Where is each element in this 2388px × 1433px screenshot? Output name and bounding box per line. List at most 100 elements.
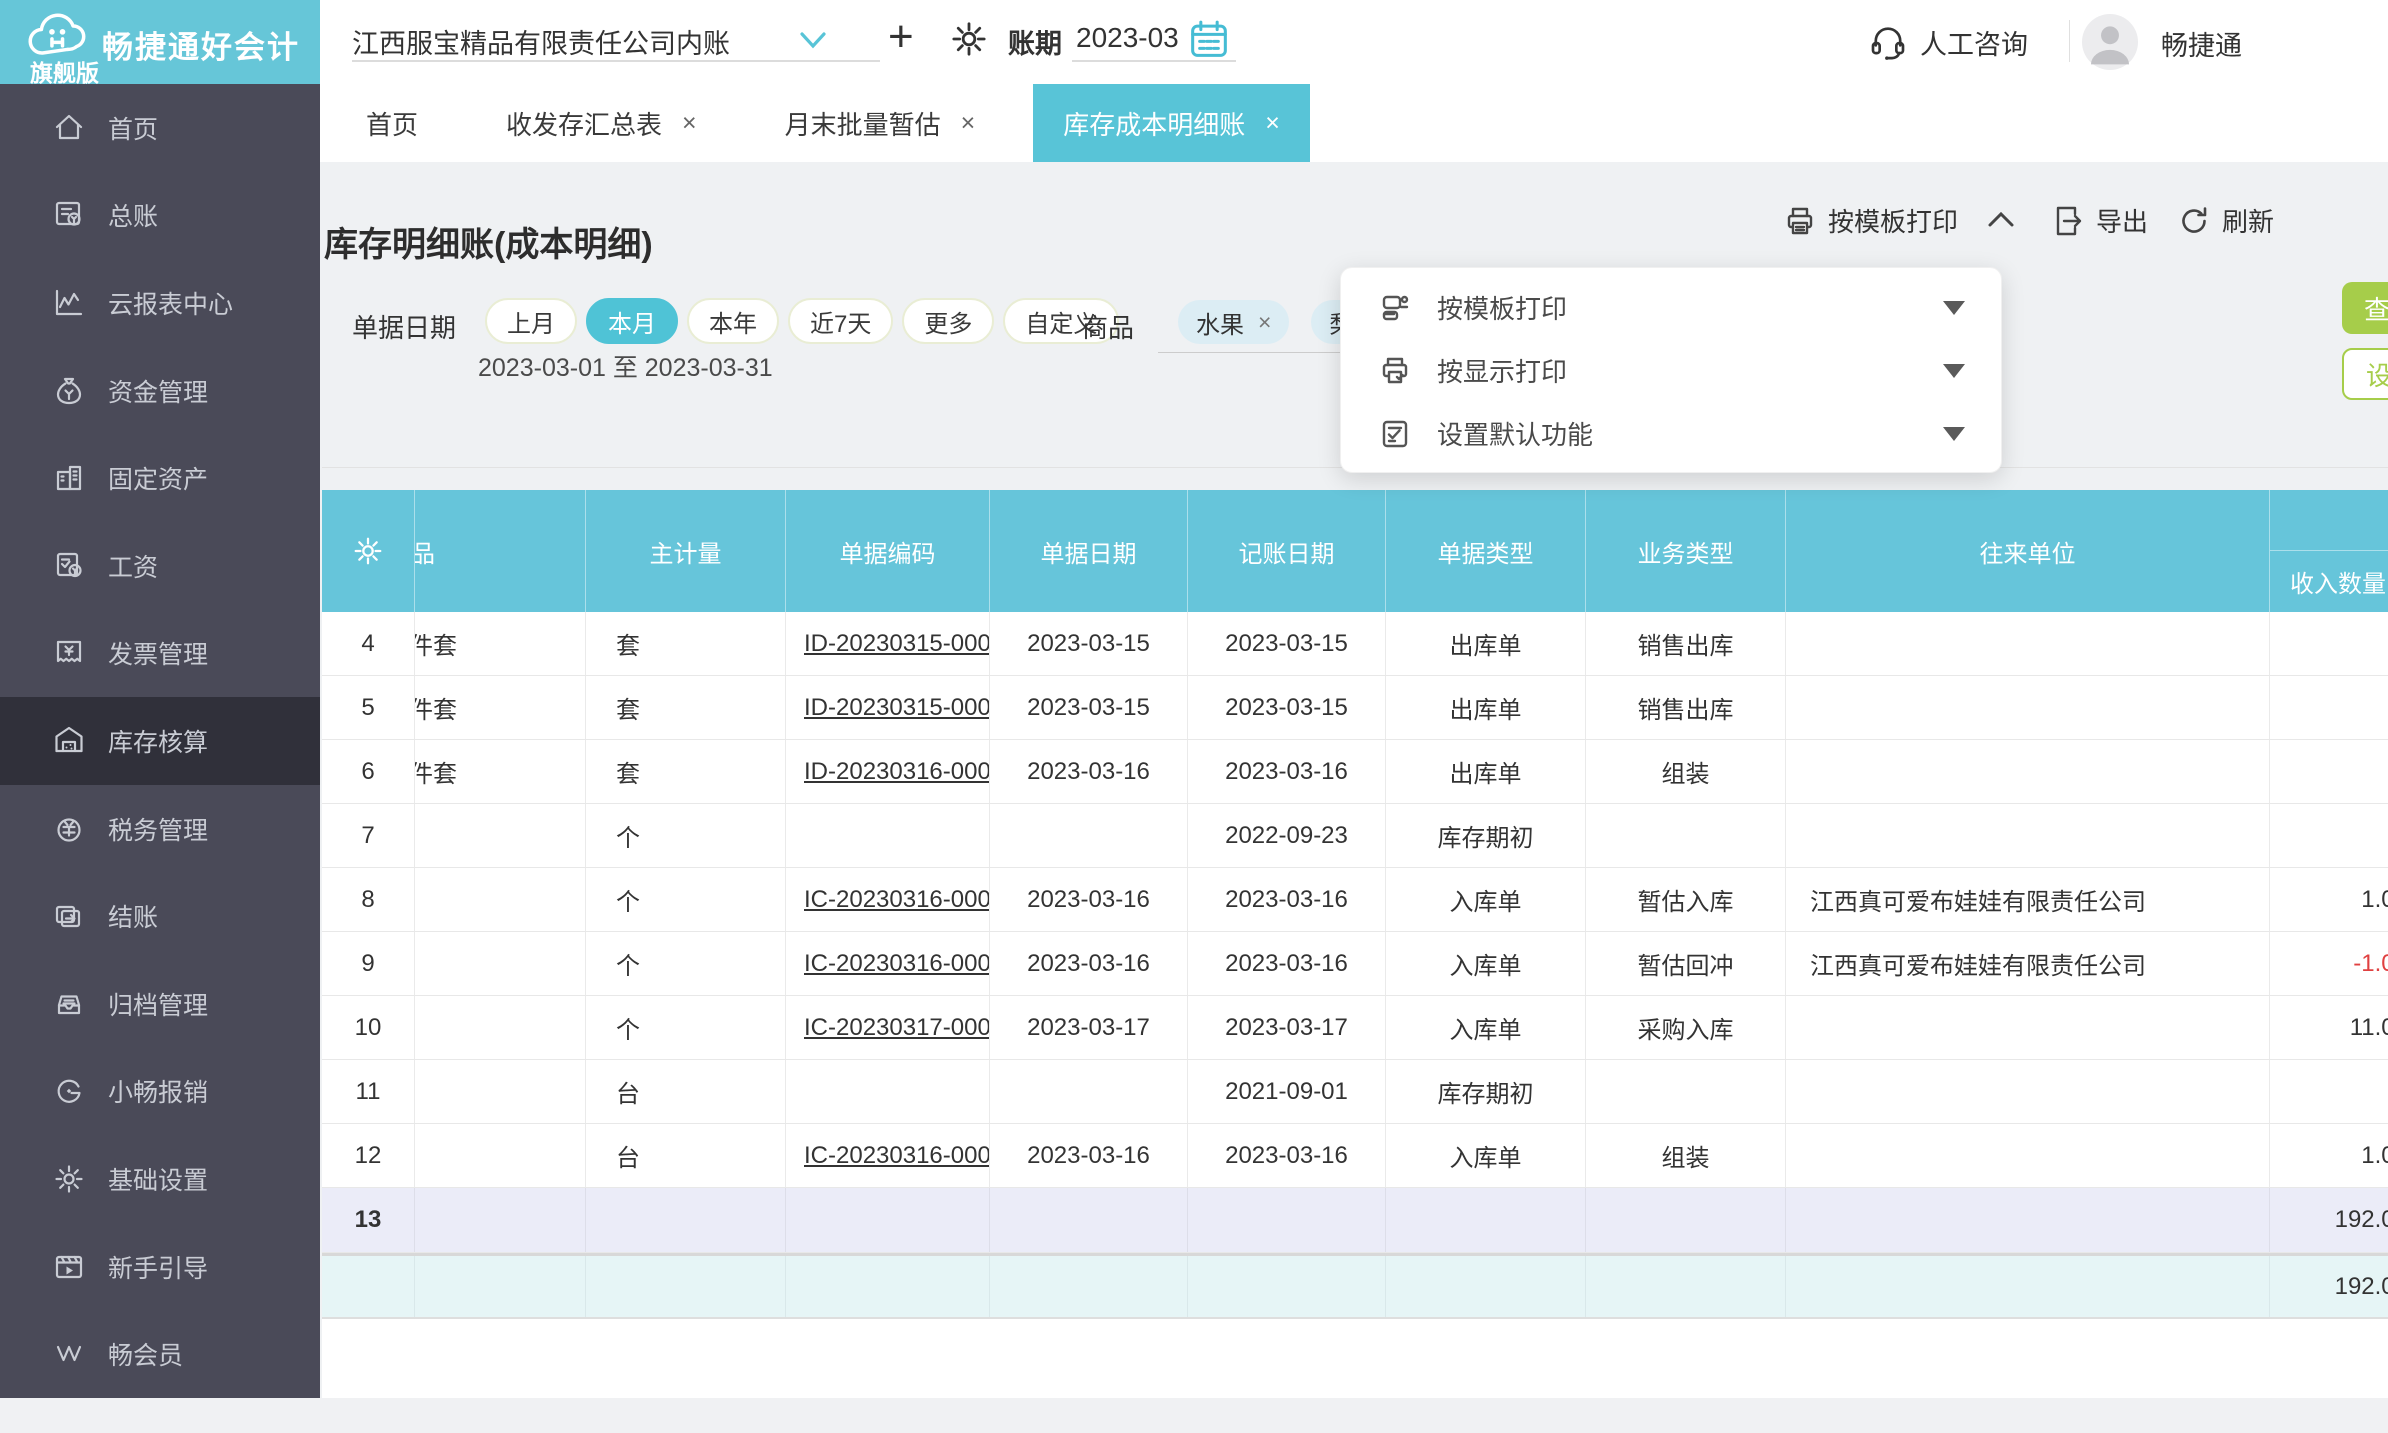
- collapse-chevron-up-icon[interactable]: [1986, 205, 2016, 236]
- cell-unit: 个: [586, 868, 786, 931]
- cell-qty-in: 1.00: [2361, 1141, 2388, 1169]
- tag-remove-icon[interactable]: ×: [1258, 309, 1271, 336]
- caret-down-icon[interactable]: [1943, 300, 1965, 315]
- sidebar-item-畅会员[interactable]: 畅会员: [0, 1310, 320, 1398]
- doc-code-link[interactable]: IC-20230317-0001: [804, 1014, 989, 1042]
- cell-product: [415, 1256, 586, 1317]
- header-qty-in[interactable]: 收入数量: [2270, 490, 2388, 612]
- query-button[interactable]: 查: [2342, 282, 2388, 334]
- header-biz-type[interactable]: 业务类型: [1586, 490, 1786, 612]
- sidebar-item-新手引导[interactable]: 新手引导: [0, 1223, 320, 1311]
- caret-down-icon[interactable]: [1943, 426, 1965, 441]
- dropdown-item-按模板打印[interactable]: 按模板打印: [1341, 276, 2001, 339]
- tab-close-icon[interactable]: ×: [1265, 109, 1280, 138]
- sidebar-item-库存核算[interactable]: 库存核算: [0, 697, 320, 785]
- cell-biz-type: [1586, 1188, 1786, 1252]
- avatar[interactable]: [2082, 14, 2138, 75]
- sidebar-item-小畅报销[interactable]: 小畅报销: [0, 1048, 320, 1136]
- dropdown-item-label: 按模板打印: [1437, 294, 1568, 324]
- row-number: 12: [322, 1124, 415, 1187]
- tab-首页[interactable]: 首页: [336, 84, 448, 162]
- cell-unit: 套: [586, 740, 786, 803]
- header-doc-type[interactable]: 单据类型: [1386, 490, 1586, 612]
- column-settings-gear[interactable]: [322, 490, 415, 612]
- cell-unit: 个: [586, 996, 786, 1059]
- sidebar: 畅捷通好会计 旗舰版 首页 总账 云报表中心 资金管理 固定资产 工资 发票管理 库存核算 税务…: [0, 0, 320, 1398]
- date-pill-本年[interactable]: 本年: [687, 298, 779, 344]
- cell-doc-date: [990, 1060, 1188, 1123]
- cell-biz-type: 暂估入库: [1586, 868, 1786, 931]
- cell-biz-type: 组装: [1586, 1124, 1786, 1187]
- cell-product: [415, 1060, 586, 1123]
- consult-label: 人工咨询: [1920, 29, 2028, 60]
- date-pill-本月[interactable]: 本月: [586, 298, 678, 344]
- date-pill-更多[interactable]: 更多: [902, 298, 995, 344]
- gear-icon[interactable]: [948, 18, 990, 65]
- cell-unit: 台: [586, 1124, 786, 1187]
- cell-product: [415, 996, 586, 1059]
- cell-doc-type: 出库单: [1386, 676, 1586, 739]
- header-product[interactable]: 商品: [415, 490, 586, 612]
- tab-月末批量暂估[interactable]: 月末批量暂估 ×: [755, 84, 1006, 162]
- dropdown-item-按显示打印[interactable]: 按显示打印: [1341, 339, 2001, 402]
- caret-down-icon[interactable]: [1943, 363, 1965, 378]
- table-row: 6四件套套ID-20230316-00012023-03-162023-03-1…: [322, 740, 2388, 804]
- sidebar-item-固定资产[interactable]: 固定资产: [0, 434, 320, 522]
- header-book-date[interactable]: 记账日期: [1188, 490, 1386, 612]
- cell-doc-date: 2023-03-16: [990, 868, 1188, 931]
- tab-label: 收发存汇总表: [506, 109, 663, 140]
- header-partner[interactable]: 往来单位: [1786, 490, 2270, 612]
- doc-code-link[interactable]: ID-20230315-0001: [804, 694, 989, 722]
- report-toolbar: 按模板打印 导出 刷新: [1782, 202, 2274, 239]
- doc-code-link[interactable]: IC-20230316-0001: [804, 886, 989, 914]
- cell-qty-in: 192.00: [2270, 1188, 2388, 1252]
- company-selector[interactable]: 江西服宝精品有限责任公司内账: [352, 22, 730, 61]
- tab-库存成本明细账[interactable]: 库存成本明细账 ×: [1033, 84, 1310, 162]
- export-button[interactable]: 导出: [2050, 202, 2148, 239]
- sidebar-item-结账[interactable]: 结账: [0, 872, 320, 960]
- refresh-button[interactable]: 刷新: [2176, 202, 2274, 239]
- cell-doc-date: 2023-03-15: [990, 612, 1188, 675]
- doc-code-link[interactable]: IC-20230316-0002: [804, 950, 989, 978]
- date-pill-上月[interactable]: 上月: [485, 298, 577, 344]
- product-tag-水果[interactable]: 水果 ×: [1178, 300, 1290, 344]
- add-account-button[interactable]: +: [888, 12, 914, 62]
- period-value[interactable]: 2023-03: [1076, 22, 1179, 54]
- table-row: 4四件套套ID-20230315-00012023-03-152023-03-1…: [322, 612, 2388, 676]
- cell-doc-type: 入库单: [1386, 996, 1586, 1059]
- sidebar-item-云报表中心[interactable]: 云报表中心: [0, 259, 320, 347]
- doc-code-link[interactable]: IC-20230316-0001: [804, 1142, 989, 1170]
- header-doc-date[interactable]: 单据日期: [990, 490, 1188, 612]
- sidebar-item-归档管理[interactable]: 归档管理: [0, 960, 320, 1048]
- date-pill-近7天[interactable]: 近7天: [788, 298, 894, 344]
- brand-edition: 旗舰版: [30, 60, 99, 86]
- header-doc-code[interactable]: 单据编码: [786, 490, 990, 612]
- tab-close-icon[interactable]: ×: [961, 109, 976, 138]
- cell-book-date: 2023-03-17: [1188, 996, 1386, 1059]
- cell-biz-type: 销售出库: [1586, 612, 1786, 675]
- sidebar-item-label: 库存核算: [108, 728, 209, 757]
- table-body: 4四件套套ID-20230315-00012023-03-152023-03-1…: [322, 612, 2388, 1319]
- table-row: 9 个 IC-20230316-0002 2023-03-16 2023-03-16 入库…: [322, 932, 2388, 996]
- print-by-template-button[interactable]: 按模板打印: [1782, 202, 1958, 239]
- sidebar-item-发票管理[interactable]: 发票管理: [0, 610, 320, 698]
- doc-code-link[interactable]: ID-20230316-0001: [804, 758, 989, 786]
- doc-code-link[interactable]: ID-20230315-0001: [804, 630, 989, 658]
- dropdown-item-设置默认功能[interactable]: 设置默认功能: [1341, 402, 2001, 465]
- username[interactable]: 畅捷通: [2161, 24, 2242, 63]
- header-unit[interactable]: 主计量: [586, 490, 786, 612]
- sidebar-item-总账[interactable]: 总账: [0, 172, 320, 260]
- calendar-icon[interactable]: [1188, 18, 1230, 65]
- tab-close-icon[interactable]: ×: [682, 109, 697, 138]
- sidebar-item-基础设置[interactable]: 基础设置: [0, 1135, 320, 1223]
- chevron-down-icon[interactable]: [798, 30, 828, 57]
- sidebar-item-首页[interactable]: 首页: [0, 84, 320, 172]
- tab-收发存汇总表[interactable]: 收发存汇总表 ×: [476, 84, 727, 162]
- settings-button[interactable]: 设: [2342, 348, 2388, 400]
- sidebar-item-资金管理[interactable]: 资金管理: [0, 347, 320, 435]
- sidebar-item-税务管理[interactable]: 税务管理: [0, 785, 320, 873]
- cell-product: [415, 804, 586, 867]
- consult-item[interactable]: 人工咨询: [1868, 22, 2028, 62]
- cell-doc-code: ID-20230315-0001: [786, 612, 990, 675]
- sidebar-item-工资[interactable]: 工资: [0, 522, 320, 610]
